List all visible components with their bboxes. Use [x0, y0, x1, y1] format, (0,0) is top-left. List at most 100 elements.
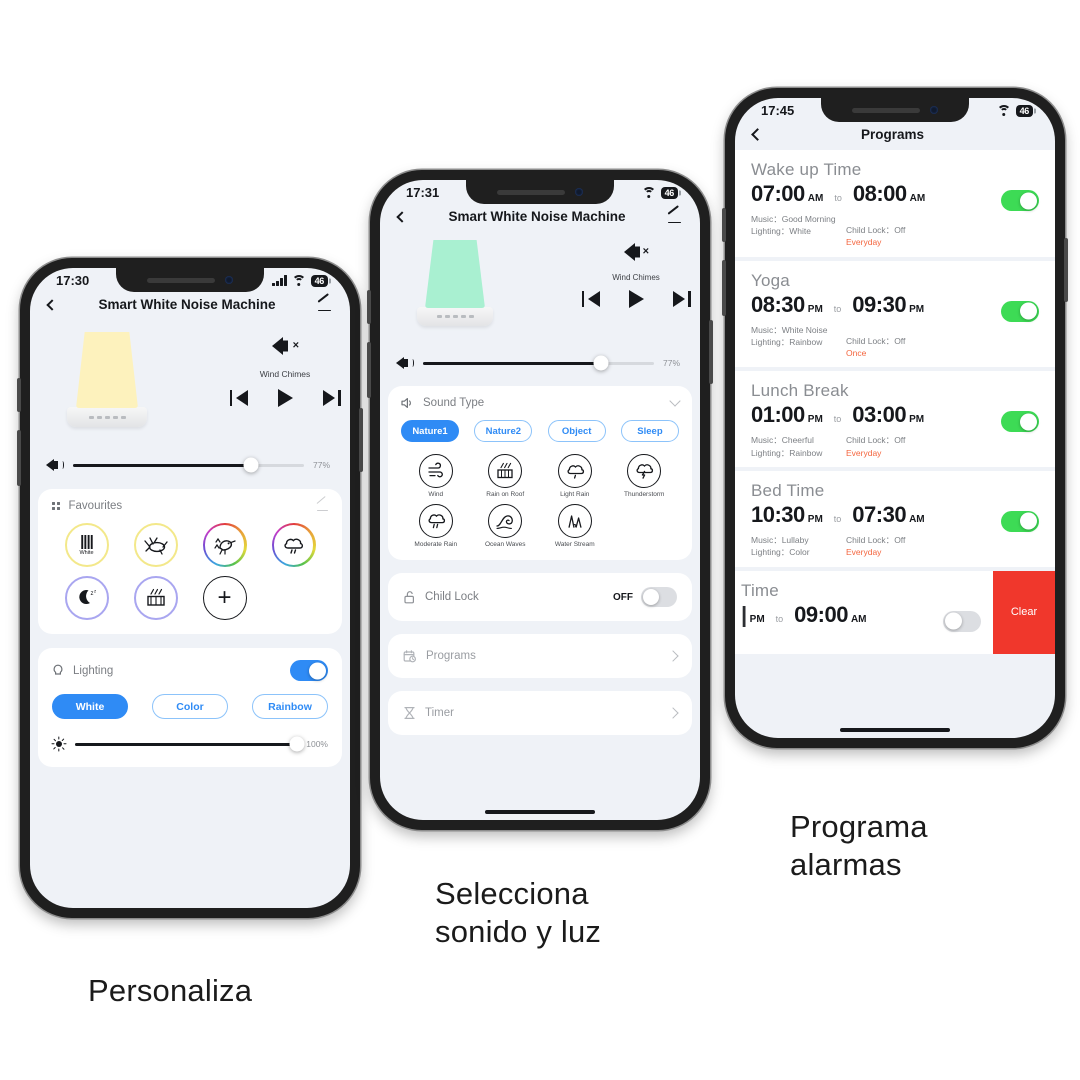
home-indicator[interactable] — [485, 810, 595, 814]
skip-previous-icon[interactable] — [581, 291, 600, 307]
volume-slider-row[interactable]: 77% — [30, 457, 350, 473]
page-title: Smart White Noise Machine — [98, 297, 276, 312]
favourite-label: White — [79, 550, 94, 556]
skip-previous-icon[interactable] — [229, 390, 248, 406]
rain-on-roof-icon — [488, 454, 523, 488]
rain-cloud-icon — [283, 538, 303, 554]
sound-item-water-stream[interactable]: Water Stream — [540, 504, 610, 548]
play-icon[interactable] — [277, 389, 293, 407]
back-chevron-icon[interactable] — [751, 128, 764, 141]
program-row[interactable]: Bed Time 10:30 PM to 07:30 AM Music：Lull… — [735, 470, 1055, 571]
pencil-icon[interactable] — [667, 204, 682, 224]
rain-on-roof-favourite[interactable] — [133, 576, 178, 620]
lighting-mode-white[interactable]: White — [52, 694, 128, 719]
sound-category-sleep[interactable]: Sleep — [620, 420, 679, 442]
sound-item-light-rain[interactable]: Light Rain — [540, 454, 610, 498]
favourite-item[interactable]: |||| White — [52, 523, 121, 567]
speaker-muted-icon[interactable]: × — [272, 336, 299, 356]
program-row[interactable]: Wake up Time 07:00 AM to 08:00 AM Music：… — [735, 150, 1055, 261]
phone3-power-button[interactable] — [1064, 238, 1068, 302]
lighting-label: Lighting： — [751, 226, 790, 237]
sound-category-nature1[interactable]: Nature1 — [401, 420, 459, 442]
night-favourite[interactable]: z z — [64, 576, 109, 620]
program-row[interactable]: Yoga 08:30 PM to 09:30 PM Music：White No… — [735, 260, 1055, 372]
favourite-item[interactable]: z z — [52, 576, 121, 620]
lighting-toggle[interactable] — [290, 660, 328, 681]
favourite-item[interactable]: + — [190, 576, 259, 620]
program-row-swiped[interactable]: Time | PM to 09:00 AM Clear — [735, 570, 1055, 654]
program-row[interactable]: Lunch Break 01:00 PM to 03:00 PM Music：C… — [735, 371, 1055, 471]
program-toggle[interactable] — [1001, 510, 1039, 532]
favourite-item[interactable] — [259, 523, 328, 567]
program-start-time: 01:00 — [751, 402, 805, 428]
program-toggle[interactable] — [943, 610, 981, 632]
chevron-down-icon[interactable] — [669, 395, 681, 407]
time-separator: to — [833, 414, 842, 425]
pencil-icon[interactable] — [317, 292, 332, 312]
favourite-item[interactable] — [121, 523, 190, 567]
programs-row[interactable]: Programs — [388, 634, 692, 678]
time-separator: to — [833, 303, 842, 314]
skip-next-icon[interactable] — [672, 291, 691, 307]
volume-track[interactable] — [423, 355, 654, 371]
caption-selecciona: Selecciona sonido y luz — [435, 875, 601, 951]
phone1-power-button[interactable] — [359, 408, 363, 472]
home-indicator[interactable] — [840, 728, 950, 732]
program-music: Good Morning — [781, 214, 836, 224]
program-toggle[interactable] — [1001, 300, 1039, 322]
clear-button[interactable]: Clear — [993, 570, 1055, 654]
caption-line-1: Selecciona — [435, 876, 589, 911]
volume-slider-row[interactable]: 77% — [380, 355, 700, 371]
child-lock-toggle[interactable] — [641, 587, 677, 607]
lighting-mode-rainbow[interactable]: Rainbow — [252, 694, 328, 719]
white-noise-favourite[interactable]: |||| White — [64, 523, 109, 567]
program-start-ampm: PM — [807, 414, 823, 426]
program-music: Lullaby — [781, 534, 809, 545]
back-chevron-icon[interactable] — [46, 298, 58, 311]
lock-open-icon — [404, 591, 414, 604]
skip-next-icon[interactable] — [322, 390, 341, 406]
grid-icon — [52, 502, 60, 510]
speaker-muted-icon[interactable]: × — [624, 242, 649, 261]
sound-item-thunderstorm[interactable]: Thunderstorm — [610, 454, 680, 498]
sound-item-ocean-waves[interactable]: Ocean Waves — [471, 504, 541, 548]
program-toggle[interactable] — [1001, 411, 1039, 433]
caption-line-2: sonido y luz — [435, 913, 602, 949]
child-lock-label: Child Lock — [425, 591, 479, 603]
lighting-mode-color[interactable]: Color — [152, 694, 228, 719]
program-name: Wake up Time — [751, 160, 862, 179]
music-label: Music： — [751, 324, 782, 335]
program-toggle[interactable] — [1001, 190, 1039, 211]
sound-label: Water Stream — [554, 541, 595, 548]
phone2-power-button[interactable] — [709, 320, 713, 384]
program-lighting: Rainbow — [789, 336, 823, 347]
rain-cloud-favourite[interactable] — [271, 523, 316, 567]
sound-item-moderate-rain[interactable]: Moderate Rain — [401, 504, 471, 548]
child-lock-row[interactable]: Child Lock OFF — [388, 573, 692, 621]
program-start-time: 08:30 — [751, 291, 805, 317]
sound-label: Moderate Rain — [414, 541, 458, 548]
sound-item-rain-on-roof[interactable]: Rain on Roof — [471, 454, 541, 498]
program-end-time: 09:00 — [794, 601, 848, 627]
sound-category-nature2[interactable]: Nature2 — [474, 420, 533, 442]
sound-category-object[interactable]: Object — [547, 420, 606, 442]
phone1-status-bar: 17:30 46 — [30, 268, 350, 288]
chevron-right-icon[interactable] — [667, 650, 679, 662]
volume-track[interactable] — [73, 457, 304, 473]
chevron-right-icon[interactable] — [667, 707, 679, 719]
back-chevron-icon[interactable] — [396, 210, 408, 223]
bird-favourite[interactable] — [202, 523, 247, 567]
pencil-icon[interactable] — [316, 496, 328, 512]
sound-item-wind[interactable]: Wind — [401, 454, 471, 498]
favourite-item[interactable] — [121, 576, 190, 620]
favourite-item[interactable] — [190, 523, 259, 567]
cricket-favourite[interactable] — [133, 523, 178, 567]
brightness-slider-row[interactable]: 100% — [51, 736, 328, 752]
add-favourite-button[interactable]: + — [202, 576, 247, 620]
brightness-track[interactable] — [75, 736, 305, 752]
child-lock-label: Child Lock： — [846, 534, 895, 545]
program-start-ampm: PM — [749, 613, 765, 625]
play-icon[interactable] — [628, 290, 644, 308]
timer-row[interactable]: Timer — [388, 691, 692, 735]
program-lighting: White — [789, 226, 812, 237]
